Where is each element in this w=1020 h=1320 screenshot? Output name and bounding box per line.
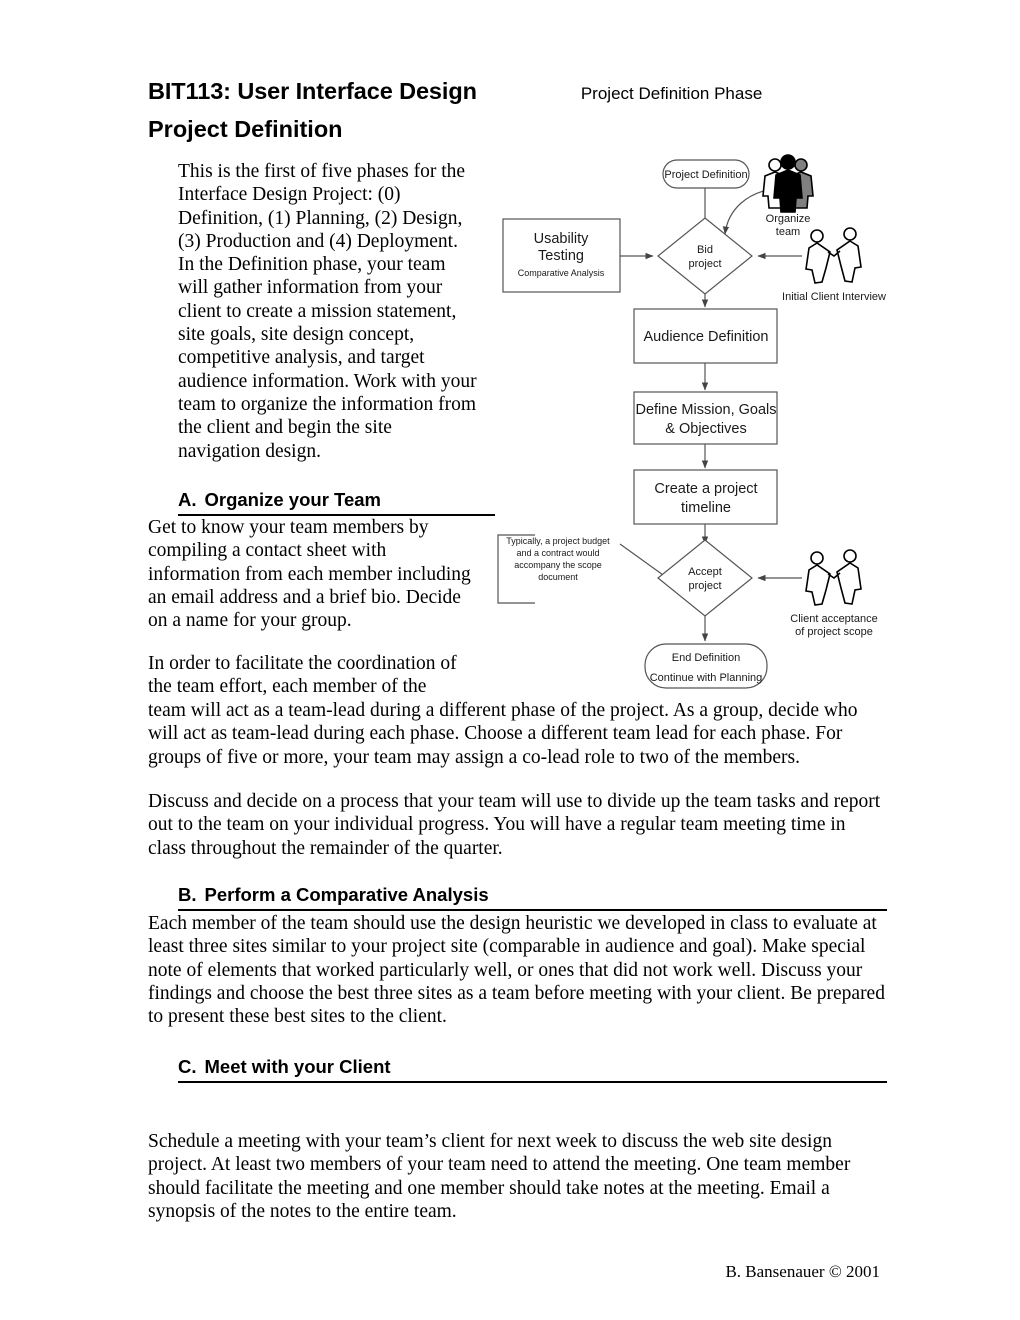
bid-line2: project (688, 258, 721, 270)
intro-paragraph: This is the first of five phases for the… (178, 161, 477, 462)
flowchart-node-project-timeline: Create a project timeline (633, 469, 778, 525)
end-line2: Continue with Planning (650, 672, 763, 684)
flowchart-node-usability-testing: Usability Testing Comparative Analysis (502, 218, 621, 293)
section-heading-c: C. Meet with your Client (178, 1056, 887, 1083)
timeline-line2: timeline (681, 500, 731, 516)
section-a-paragraph-3: Discuss and decide on a process that you… (148, 791, 881, 859)
define-mission-line1: Define Mission, Goals (635, 402, 776, 418)
flowchart-node-end: End Definition Continue with Planning (644, 643, 768, 689)
flowchart-node-start: Project Definition (662, 159, 750, 189)
audience-definition-label: Audience Definition (644, 329, 769, 345)
section-a-letter: A. (178, 489, 197, 510)
accept-line1: Accept (688, 566, 722, 578)
flowchart-node-accept-project: Accept project (657, 539, 753, 617)
page-title: BIT113: User Interface Design (148, 78, 477, 104)
section-a-title: Organize your Team (204, 489, 381, 510)
flowchart-node-bid-project: Bid project (657, 217, 753, 295)
section-a-paragraph-1: Get to know your team members by compili… (148, 517, 471, 632)
organize-team-line1: Organize (766, 213, 811, 225)
client-acceptance-icon (805, 549, 862, 606)
note-line4: document (538, 572, 578, 582)
accept-line2: project (688, 580, 721, 592)
section-b-paragraph-1: Each member of the team should use the d… (148, 913, 885, 1028)
flowchart-node-define-mission: Define Mission, Goals & Objectives (633, 391, 778, 445)
initial-client-interview-icon (805, 227, 862, 284)
note-line3: accompany the scope (514, 560, 602, 570)
organize-team-icon: Organize team (762, 154, 814, 238)
section-c-letter: C. (178, 1056, 197, 1077)
flowchart-start-label: Project Definition (664, 169, 747, 181)
define-mission-line2: & Objectives (665, 421, 746, 437)
section-heading-a: A. Organize your Team (178, 489, 495, 516)
note-line1: Typically, a project budget (506, 536, 610, 546)
flowchart-node-audience-definition: Audience Definition (633, 308, 778, 364)
usability-sub: Comparative Analysis (518, 268, 605, 278)
end-line1: End Definition (672, 652, 741, 664)
client-acceptance-line1: Client acceptance (790, 613, 877, 625)
section-c-paragraph-1: Schedule a meeting with your team’s clie… (148, 1131, 851, 1222)
section-b-title: Perform a Comparative Analysis (204, 884, 489, 905)
timeline-line1: Create a project (654, 481, 757, 497)
usability-line1: Usability (534, 231, 590, 247)
section-a-paragraph-2-narrow: In order to facilitate the coordination … (148, 653, 457, 698)
section-c-title: Meet with your Client (204, 1056, 391, 1077)
section-heading-b: B. Perform a Comparative Analysis (178, 884, 887, 911)
document-header: BIT113: User Interface Design Project De… (148, 78, 888, 105)
page-subtitle: Project Definition (148, 116, 343, 142)
project-definition-flowchart: Project Definition Usability Testing Com… (490, 152, 890, 692)
note-line2: and a contract would (516, 548, 599, 558)
client-acceptance-line2: of project scope (795, 626, 873, 638)
section-b-letter: B. (178, 884, 197, 905)
bid-line1: Bid (697, 244, 713, 256)
flowchart-note-budget: Typically, a project budget and a contra… (497, 534, 610, 604)
phase-label: Project Definition Phase (580, 84, 763, 103)
footer-credit: B. Bansenauer © 2001 (725, 1262, 880, 1281)
usability-line2: Testing (538, 248, 584, 264)
section-a-paragraph-2-wide: team will act as a team-lead during a di… (148, 700, 858, 768)
organize-team-line2: team (776, 226, 800, 238)
document-page: BIT113: User Interface Design Project De… (0, 0, 1020, 1320)
initial-client-interview-label: Initial Client Interview (782, 291, 886, 303)
